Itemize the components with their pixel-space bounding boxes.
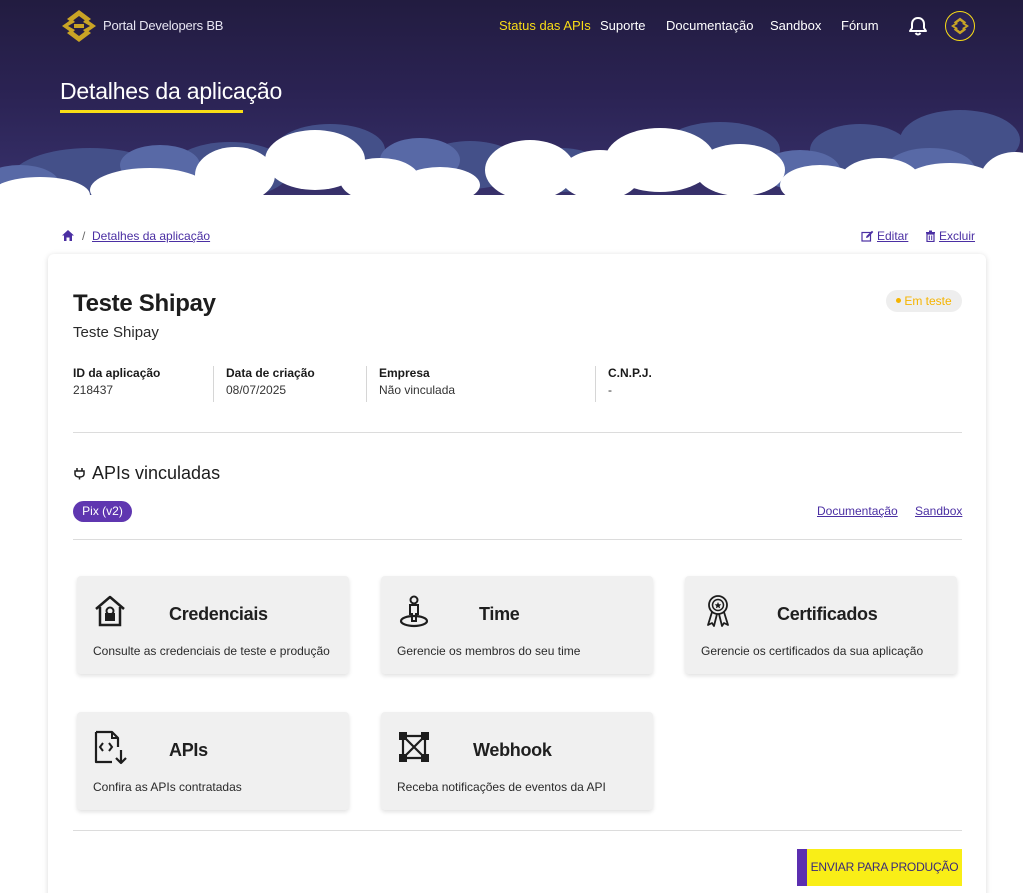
bell-icon[interactable] [907, 15, 929, 37]
tile-credenciais[interactable]: Credenciais Consulte as credenciais de t… [77, 576, 349, 674]
trash-icon [926, 230, 935, 242]
title-underline [60, 110, 243, 113]
section-divider [73, 830, 962, 831]
divider [595, 366, 596, 402]
apis-title-label: APIs vinculadas [92, 463, 221, 483]
tile-description: Gerencie os certificados da sua aplicaçã… [701, 644, 924, 658]
info-company: Empresa Não vinculada [379, 366, 455, 402]
delete-button[interactable]: Excluir [925, 229, 975, 243]
award-ribbon-icon [707, 595, 729, 627]
edit-label: Editar [877, 229, 909, 243]
nav-status-apis[interactable]: Status das APIs [499, 18, 591, 33]
webhook-nodes-icon [399, 732, 429, 762]
breadcrumb-separator: / [82, 229, 86, 243]
status-badge: Em teste [886, 290, 962, 312]
section-divider [73, 432, 962, 433]
send-to-production-button[interactable]: ENVIAR PARA PRODUÇÃO [797, 849, 962, 886]
tile-title: Time [479, 604, 520, 624]
home-icon[interactable] [61, 229, 75, 242]
apis-section-title: APIs vinculadas [73, 463, 220, 484]
house-lock-icon [95, 595, 125, 627]
info-app-id: ID da aplicação 218437 [73, 366, 160, 402]
tile-title: Credenciais [169, 604, 268, 624]
edit-button[interactable]: Editar [861, 229, 908, 243]
tile-certificados[interactable]: Certificados Gerencie os certificados da… [685, 576, 957, 674]
info-label: Data de criação [226, 366, 315, 380]
app-description: Teste Shipay [73, 324, 159, 341]
nav-forum[interactable]: Fórum [841, 18, 879, 33]
tile-title: Webhook [473, 740, 552, 760]
plug-icon [74, 468, 85, 480]
page-title: Detalhes da aplicação [60, 78, 283, 104]
app-name: Teste Shipay [73, 290, 216, 317]
info-label: C.N.P.J. [608, 366, 652, 380]
person-pin-icon [399, 595, 429, 628]
tile-description: Confira as APIs contratadas [93, 780, 242, 794]
bb-avatar-icon [951, 17, 969, 35]
api-tag-pix[interactable]: Pix (v2) [73, 501, 132, 522]
avatar[interactable] [945, 11, 975, 41]
tile-webhook[interactable]: Webhook Receba notificações de eventos d… [381, 712, 653, 810]
tile-title: Certificados [777, 604, 878, 624]
tile-description: Consulte as credenciais de teste e produ… [93, 644, 330, 658]
brand-name[interactable]: Portal Developers BB [103, 18, 223, 33]
nav-suporte[interactable]: Suporte [600, 18, 646, 33]
info-cnpj: C.N.P.J. - [608, 366, 652, 402]
info-value: Não vinculada [379, 383, 456, 397]
info-label: Empresa [379, 366, 430, 380]
sandbox-link[interactable]: Sandbox [915, 504, 962, 518]
documentation-link[interactable]: Documentação [817, 504, 898, 518]
code-file-download-icon [94, 730, 127, 765]
nav-documentacao[interactable]: Documentação [666, 18, 753, 33]
bb-logo-icon[interactable] [60, 8, 98, 44]
tile-description: Gerencie os membros do seu time [397, 644, 581, 658]
info-created-date: Data de criação 08/07/2025 [226, 366, 315, 402]
tile-time[interactable]: Time Gerencie os membros do seu time [381, 576, 653, 674]
status-dot-icon [896, 298, 902, 304]
edit-icon [861, 230, 874, 242]
divider [366, 366, 367, 402]
info-value: 218437 [73, 383, 114, 397]
tile-title: APIs [169, 740, 208, 760]
info-value: 08/07/2025 [226, 383, 287, 397]
info-value: - [608, 383, 612, 397]
status-label: Em teste [904, 294, 952, 308]
breadcrumb-current[interactable]: Detalhes da aplicação [92, 229, 210, 243]
delete-label: Excluir [939, 229, 976, 243]
section-divider [73, 539, 962, 540]
nav-sandbox[interactable]: Sandbox [770, 18, 821, 33]
info-label: ID da aplicação [73, 366, 161, 380]
tile-description: Receba notificações de eventos da API [397, 780, 606, 794]
tile-apis[interactable]: APIs Confira as APIs contratadas [77, 712, 349, 810]
hero-header: Portal Developers BB Status das APIs Sup… [0, 0, 1023, 215]
divider [213, 366, 214, 402]
